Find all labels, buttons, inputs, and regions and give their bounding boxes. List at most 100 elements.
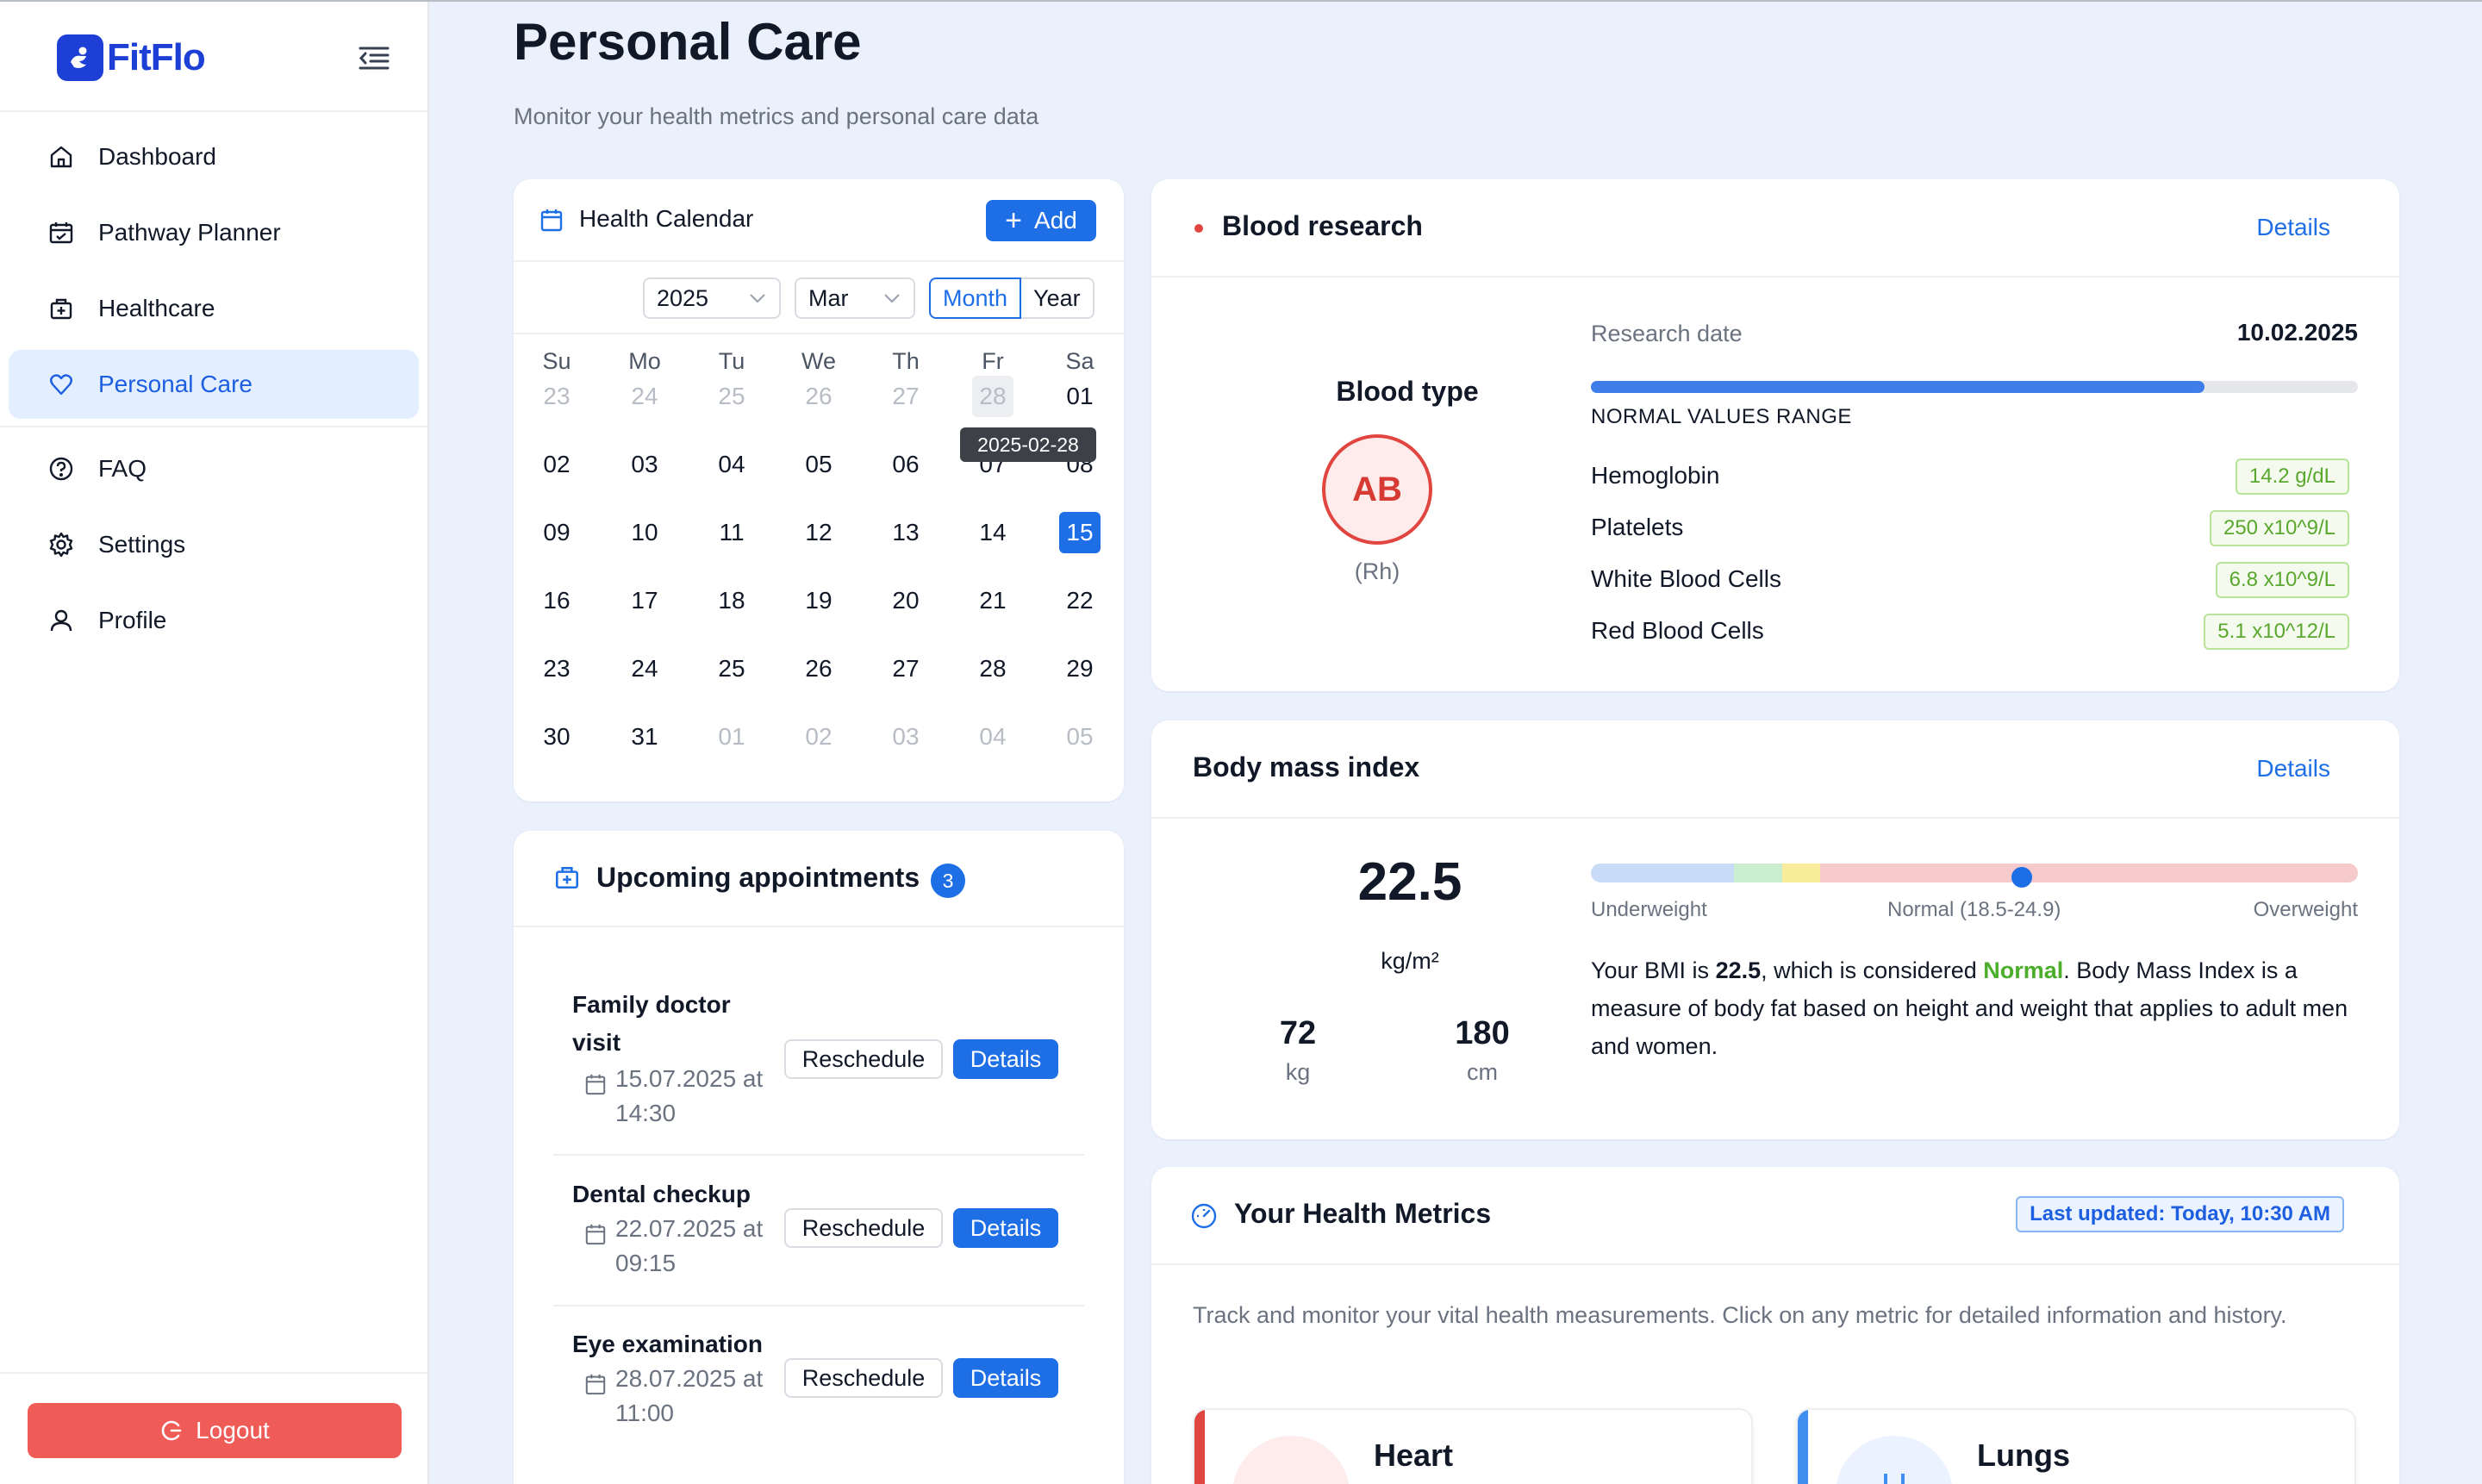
sidebar-item-personal-care[interactable]: Personal Care bbox=[9, 350, 419, 419]
calendar-day[interactable]: 27 bbox=[885, 648, 926, 689]
chevron-down-icon bbox=[884, 294, 900, 303]
status-dot bbox=[1194, 224, 1203, 233]
marker-name: Platelets bbox=[1591, 514, 1684, 540]
bmi-marker bbox=[2011, 867, 2032, 888]
calendar-day[interactable]: 24 bbox=[624, 376, 665, 417]
calendar-day[interactable]: 04 bbox=[711, 444, 752, 485]
calendar-day[interactable]: 24 bbox=[624, 648, 665, 689]
mode-month-button[interactable]: Month bbox=[929, 277, 1022, 319]
details-button[interactable]: Details bbox=[953, 1208, 1058, 1248]
calendar-day[interactable]: 18 bbox=[711, 580, 752, 621]
calendar-day[interactable]: 30 bbox=[536, 716, 577, 758]
medical-bag-icon bbox=[553, 864, 581, 895]
calendar-day[interactable]: 14 bbox=[972, 512, 1013, 553]
calendar-day[interactable]: 31 bbox=[624, 716, 665, 758]
appointment-date-line2: 14:30 bbox=[615, 1100, 677, 1126]
appointment-date-line1: 22.07.2025 at bbox=[615, 1215, 764, 1242]
sidebar-item-label: Personal Care bbox=[98, 371, 253, 397]
month-select[interactable]: Mar bbox=[795, 277, 915, 319]
calendar-day[interactable]: 17 bbox=[624, 580, 665, 621]
calendar-day[interactable]: 04 bbox=[972, 716, 1013, 758]
calendar-day[interactable]: 11 bbox=[711, 512, 752, 553]
calendar-day[interactable]: 03 bbox=[624, 444, 665, 485]
calendar-day[interactable]: 19 bbox=[798, 580, 839, 621]
bmi-details-link[interactable]: Details bbox=[2256, 755, 2330, 783]
collapse-sidebar-icon[interactable] bbox=[357, 43, 391, 72]
appointments-header: Upcoming appointments 3 bbox=[514, 831, 1124, 927]
sidebar-item-dashboard[interactable]: Dashboard bbox=[9, 122, 419, 191]
marker-value-tag: 5.1 x10^12/L bbox=[2204, 614, 2349, 650]
logout-button[interactable]: Logout bbox=[28, 1403, 402, 1458]
calendar-day[interactable]: 06 bbox=[885, 444, 926, 485]
metric-name: Lungs bbox=[1977, 1437, 2070, 1473]
appointments-card: Upcoming appointments 3 Family doctor vi… bbox=[514, 831, 1124, 1484]
calendar-day[interactable]: 01 bbox=[711, 716, 752, 758]
appointment-date-line1: 15.07.2025 at bbox=[615, 1065, 764, 1092]
mode-year-button[interactable]: Year bbox=[1021, 277, 1094, 319]
bmi-label-overweight: Overweight bbox=[2253, 898, 2358, 921]
sidebar-item-pathway-planner[interactable]: Pathway Planner bbox=[9, 198, 419, 267]
appointment-title-line2: visit bbox=[572, 1029, 621, 1056]
calendar-day[interactable]: 05 bbox=[798, 444, 839, 485]
calendar-day[interactable]: 13 bbox=[885, 512, 926, 553]
sidebar-item-healthcare[interactable]: Healthcare bbox=[9, 274, 419, 343]
weekday-label: Mo bbox=[628, 348, 661, 374]
calendar-day[interactable]: 10 bbox=[624, 512, 665, 553]
calendar-day[interactable]: 23 bbox=[536, 376, 577, 417]
question-circle-icon bbox=[47, 454, 76, 483]
app-logo[interactable]: FitFlo bbox=[57, 34, 206, 81]
year-select[interactable]: 2025 bbox=[643, 277, 781, 319]
calendar-day[interactable]: 16 bbox=[536, 580, 577, 621]
sidebar-item-settings[interactable]: Settings bbox=[9, 510, 419, 579]
blood-details-link[interactable]: Details bbox=[2256, 214, 2330, 241]
calendar-day[interactable]: 29 bbox=[1059, 648, 1101, 689]
calendar-day[interactable]: 05 bbox=[1059, 716, 1101, 758]
calendar-day[interactable]: 25 bbox=[711, 648, 752, 689]
details-button[interactable]: Details bbox=[953, 1358, 1058, 1398]
reschedule-button[interactable]: Reschedule bbox=[784, 1208, 943, 1248]
bmi-scale-caution bbox=[1782, 864, 1820, 882]
calendar-day[interactable]: 22 bbox=[1059, 580, 1101, 621]
bmi-scale-underweight bbox=[1591, 864, 1734, 882]
gear-icon bbox=[47, 530, 76, 559]
details-button[interactable]: Details bbox=[953, 1039, 1058, 1079]
calendar-day[interactable]: 25 bbox=[711, 376, 752, 417]
blood-marker-row: Platelets 250 x10^9/L bbox=[1591, 510, 2349, 548]
calendar-day[interactable]: 28 bbox=[972, 376, 1013, 417]
health-metrics-card: Your Health Metrics Last updated: Today,… bbox=[1151, 1167, 2399, 1484]
reschedule-button[interactable]: Reschedule bbox=[784, 1039, 943, 1079]
calendar-day[interactable]: 28 bbox=[972, 648, 1013, 689]
sidebar-item-faq[interactable]: FAQ bbox=[9, 434, 419, 503]
calendar-day[interactable]: 02 bbox=[798, 716, 839, 758]
calendar-day[interactable]: 09 bbox=[536, 512, 577, 553]
calendar-day[interactable]: 01 bbox=[1059, 376, 1101, 417]
calendar-day[interactable]: 12 bbox=[798, 512, 839, 553]
metric-accent bbox=[1798, 1410, 1808, 1484]
marker-value-tag: 250 x10^9/L bbox=[2209, 510, 2349, 546]
calendar-day[interactable]: 26 bbox=[798, 648, 839, 689]
calendar-day[interactable]: 15 bbox=[1059, 512, 1101, 553]
reschedule-button[interactable]: Reschedule bbox=[784, 1358, 943, 1398]
add-label: Add bbox=[1034, 207, 1077, 234]
appointment-title-line1: Family doctor bbox=[572, 991, 731, 1018]
calendar-day[interactable]: 03 bbox=[885, 716, 926, 758]
research-date-value: 10.02.2025 bbox=[2236, 319, 2358, 346]
bmi-scale-normal bbox=[1734, 864, 1782, 882]
weekday-label: Su bbox=[542, 348, 571, 374]
marker-name: Red Blood Cells bbox=[1591, 617, 1764, 644]
bmi-scale-overweight bbox=[1820, 864, 2358, 882]
add-event-button[interactable]: + Add bbox=[986, 200, 1096, 241]
calendar-day[interactable]: 23 bbox=[536, 648, 577, 689]
calendar-day[interactable]: 21 bbox=[972, 580, 1013, 621]
metric-card-heart[interactable]: Heart bbox=[1193, 1408, 1753, 1484]
sidebar-header: FitFlo bbox=[0, 2, 427, 112]
sidebar-item-label: Pathway Planner bbox=[98, 219, 281, 246]
sidebar-item-profile[interactable]: Profile bbox=[9, 586, 419, 655]
calendar-day[interactable]: 20 bbox=[885, 580, 926, 621]
calendar-day[interactable]: 27 bbox=[885, 376, 926, 417]
calendar-day[interactable]: 02 bbox=[536, 444, 577, 485]
metric-card-lungs[interactable]: Lungs bbox=[1796, 1408, 2356, 1484]
calendar-day[interactable]: 26 bbox=[798, 376, 839, 417]
home-icon bbox=[47, 142, 76, 171]
plus-icon: + bbox=[1005, 204, 1023, 237]
